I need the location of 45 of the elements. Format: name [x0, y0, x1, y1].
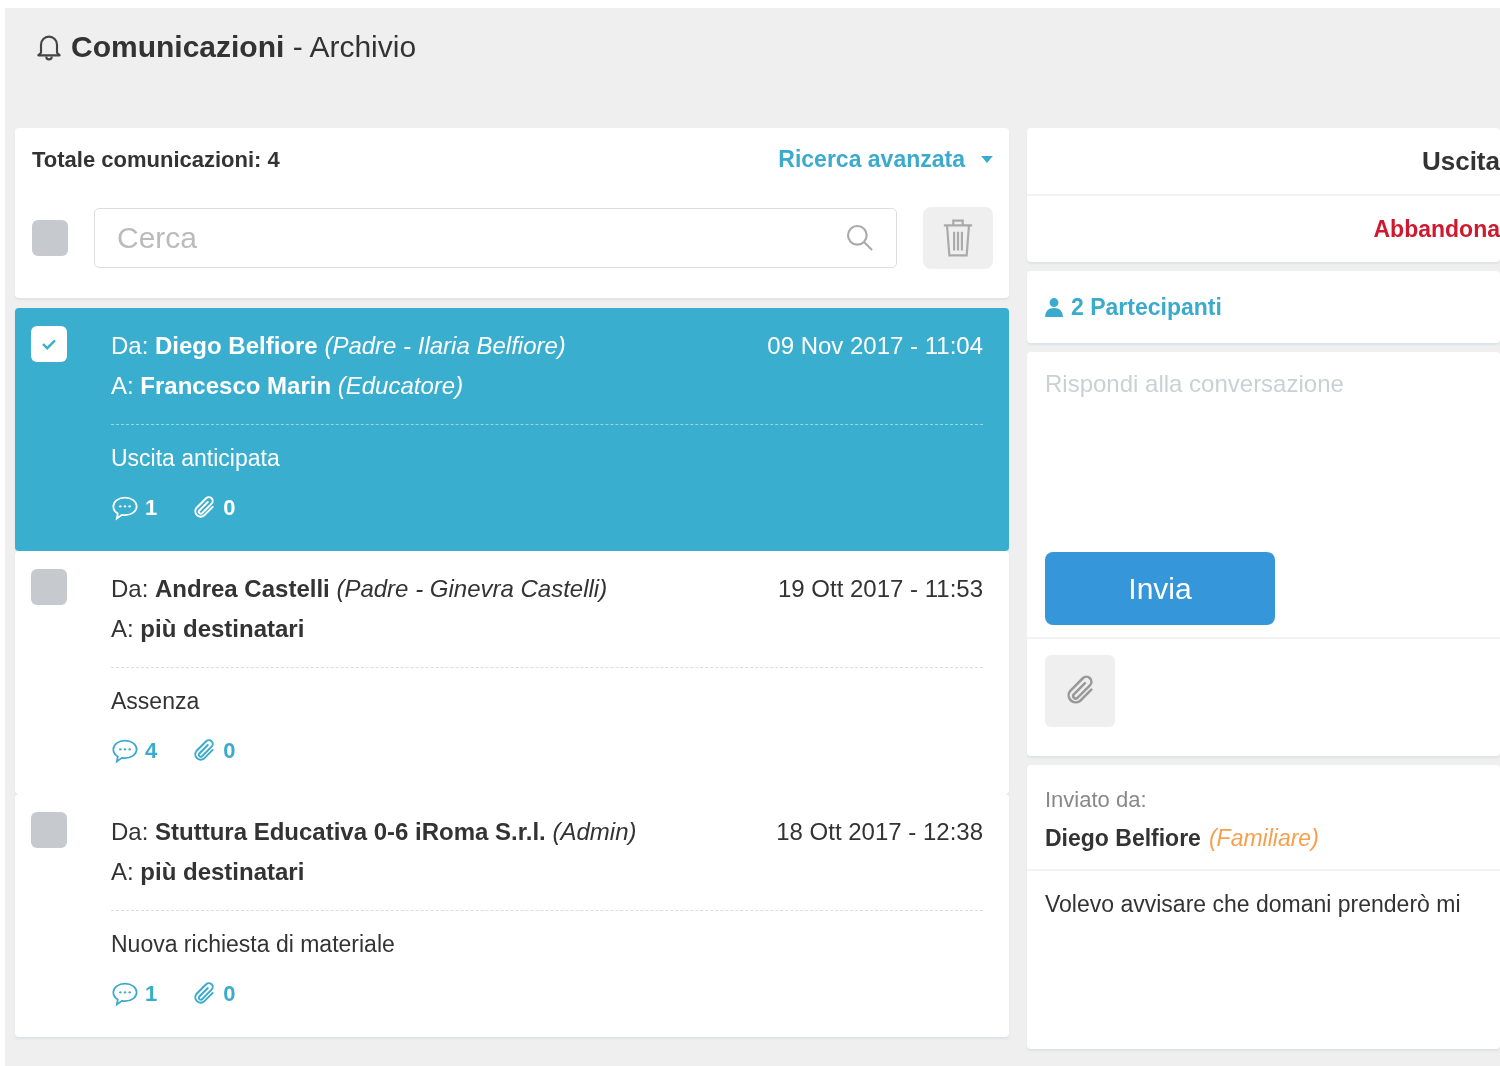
message-card[interactable]: Da: Stuttura Educativa 0-6 iRoma S.r.l. (Admin) A: più destinatari 18 Ott 2017 - 12:38 Nuova richiesta di materiale 1 0: [15, 794, 1009, 1037]
comment-icon: [111, 737, 139, 765]
select-all-checkbox[interactable]: [32, 220, 68, 256]
comment-count: 1: [145, 495, 158, 521]
message-subject: Nuova richiesta di materiale: [111, 931, 396, 958]
conversation-title: Uscita: [1421, 145, 1500, 177]
send-button[interactable]: Invia: [1045, 552, 1275, 625]
comment-count: 1: [145, 981, 158, 1007]
message-body: Volevo avvisare che domani prenderò mi: [1044, 890, 1462, 919]
search-field[interactable]: Cerca: [94, 208, 897, 268]
message-card[interactable]: Da: Andrea Castelli (Padre - Ginevra Castelli) A: più destinatari 19 Ott 2017 - 11:53 Assenza 4 0: [15, 551, 1009, 794]
message-subject: Assenza: [111, 688, 201, 715]
recipient-line: A: Francesco Marin (Educatore): [111, 371, 465, 401]
page-title: Comunicazioni - Archivio: [71, 30, 417, 64]
comment-icon: [111, 494, 139, 522]
total-count: Totale comunicazioni: 4: [32, 146, 280, 173]
sent-by-label: Inviato da:: [1045, 786, 1148, 814]
message-card[interactable]: Da: Diego Belfiore (Padre - Ilaria Belfiore) A: Francesco Marin (Educatore) 09 Nov 2017 - 11:04 Uscita anticipata 1 0: [15, 308, 1009, 551]
message-date: 19 Ott 2017 - 11:53: [777, 574, 983, 604]
message-checkbox[interactable]: [31, 812, 67, 848]
sender-name: Diego Belfiore: [1045, 824, 1201, 853]
recipient-line: A: più destinatari: [111, 857, 306, 887]
delete-button[interactable]: [923, 207, 993, 269]
sender-line: Da: Diego Belfiore (Padre - Ilaria Belfiore): [111, 331, 566, 361]
attachment-count: 0: [223, 738, 236, 764]
message-subject: Uscita anticipata: [111, 445, 281, 472]
attachment-count: 0: [223, 495, 236, 521]
message-date: 09 Nov 2017 - 11:04: [767, 331, 983, 361]
sender-role: (Familiare): [1208, 824, 1319, 853]
participants-link[interactable]: 2 Partecipanti: [1045, 293, 1222, 321]
sender-line: Da: Andrea Castelli (Padre - Ginevra Castelli): [111, 574, 608, 604]
message-date: 18 Ott 2017 - 12:38: [776, 817, 983, 847]
recipient-line: A: più destinatari: [111, 614, 306, 644]
advanced-search-link[interactable]: Ricerca avanzata: [778, 146, 993, 173]
person-icon: [1045, 297, 1063, 317]
sender-line: Da: Stuttura Educativa 0-6 iRoma S.r.l. (Admin): [111, 817, 637, 847]
message-checkbox[interactable]: [31, 326, 67, 362]
message-checkbox[interactable]: [31, 569, 67, 605]
attach-button[interactable]: [1045, 655, 1115, 727]
comment-count: 4: [145, 738, 158, 764]
caret-icon: [981, 156, 993, 163]
leave-link[interactable]: Abbandona: [1373, 215, 1500, 243]
comment-icon: [111, 980, 139, 1008]
attachment-count: 0: [223, 981, 236, 1007]
search-input[interactable]: Cerca: [115, 220, 844, 256]
